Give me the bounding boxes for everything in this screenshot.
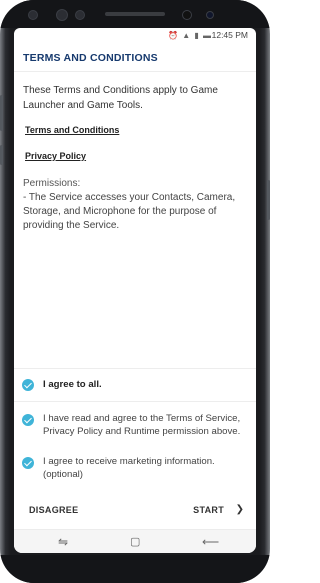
terms-agree-label[interactable]: I have read and agree to the Terms of Se… xyxy=(43,413,248,438)
bixby-key xyxy=(0,145,3,165)
status-icons: ⏰ ▲ ▮ ▬ xyxy=(168,31,212,40)
marketing-agree-label[interactable]: I agree to receive marketing information… xyxy=(43,456,248,481)
top-bezel xyxy=(0,0,270,28)
marketing-agree-checkbox[interactable] xyxy=(22,457,34,469)
front-camera-icon xyxy=(182,10,192,20)
iris-camera-icon xyxy=(206,11,214,19)
screen: ⏰ ▲ ▮ ▬ 12:45 PM TERMS AND CONDITIONS Th… xyxy=(14,28,256,553)
disagree-button[interactable]: DISAGREE xyxy=(29,505,78,515)
volume-key xyxy=(0,95,3,131)
start-button[interactable]: START xyxy=(193,505,224,515)
permissions-text: - The Service accesses your Contacts, Ca… xyxy=(23,192,236,231)
agree-divider xyxy=(14,401,256,402)
header-divider xyxy=(14,71,256,72)
permissions-heading: Permissions: xyxy=(23,178,81,189)
privacy-policy-link[interactable]: Privacy Policy xyxy=(25,151,86,161)
back-icon[interactable]: ⟵ xyxy=(202,535,219,549)
content-divider xyxy=(14,368,256,369)
home-icon[interactable]: ▢ xyxy=(130,535,140,548)
intro-text: These Terms and Conditions apply to Game… xyxy=(23,85,218,111)
navigation-bar: ⇋ ▢ ⟵ xyxy=(14,529,256,553)
page-title: TERMS AND CONDITIONS xyxy=(23,52,158,64)
power-key xyxy=(267,180,270,220)
status-time: 12:45 PM xyxy=(211,30,248,40)
sensor-icon xyxy=(28,10,38,20)
iris-scanner-icon xyxy=(56,9,68,21)
terms-agree-checkbox[interactable] xyxy=(22,414,34,426)
recents-icon[interactable]: ⇋ xyxy=(58,535,68,549)
agree-all-checkbox[interactable] xyxy=(22,379,34,391)
sensor-icon xyxy=(75,10,85,20)
chevron-right-icon[interactable]: ❯ xyxy=(236,504,244,515)
terms-link[interactable]: Terms and Conditions xyxy=(25,125,119,135)
bottom-bezel xyxy=(0,555,270,583)
earpiece-speaker xyxy=(105,12,165,16)
agree-all-label[interactable]: I agree to all. xyxy=(43,379,248,392)
status-bar: ⏰ ▲ ▮ ▬ 12:45 PM xyxy=(14,28,256,44)
phone-frame: ⏰ ▲ ▮ ▬ 12:45 PM TERMS AND CONDITIONS Th… xyxy=(0,0,270,583)
